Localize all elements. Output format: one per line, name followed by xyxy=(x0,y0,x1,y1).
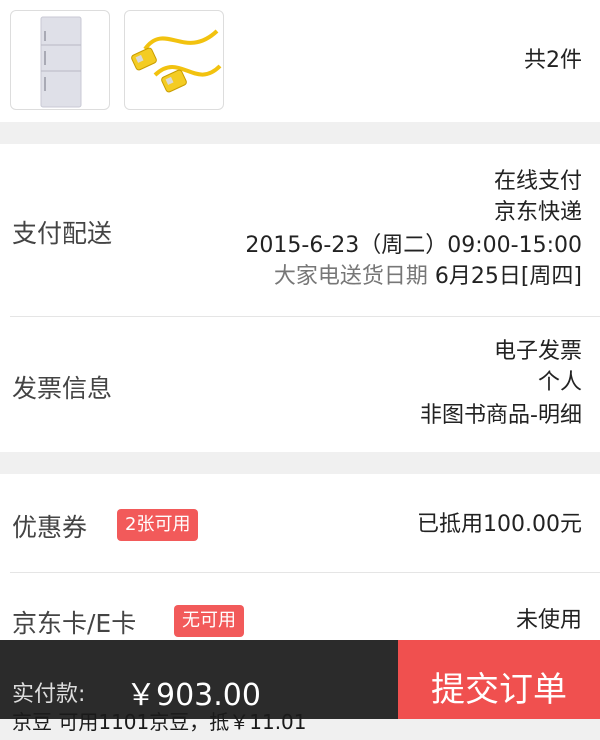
payment-delivery-row[interactable]: 支付配送 在线支付 京东快递 2015-6-23（周二）09:00-15:00 … xyxy=(0,144,600,316)
jd-card-label: 京东卡/E卡 xyxy=(12,609,137,638)
jd-card-value: 未使用 xyxy=(515,608,582,633)
item-count: 共2件 xyxy=(524,48,582,73)
delivery-time: 2015-6-23（周二）09:00-15:00 xyxy=(245,233,582,258)
payment-delivery-label: 支付配送 xyxy=(12,219,113,248)
invoice-label: 发票信息 xyxy=(12,374,113,403)
coupon-row[interactable]: 优惠券 2张可用 已抵用100.00元 xyxy=(0,474,600,572)
invoice-row[interactable]: 发票信息 电子发票 个人 非图书商品-明细 xyxy=(0,317,600,452)
jd-card-badge: 无可用 xyxy=(174,605,244,637)
invoice-content: 非图书商品-明细 xyxy=(420,403,582,428)
coupon-value: 已抵用100.00元 xyxy=(417,512,582,537)
large-item-delivery-value: 6月25日[周四] xyxy=(434,264,582,289)
product-summary-section[interactable]: 共2件 xyxy=(0,0,600,122)
pay-amount-label: 实付款: xyxy=(12,682,86,707)
large-item-delivery-prefix: 大家电送货日期 xyxy=(273,264,428,289)
courier-name: 京东快递 xyxy=(493,200,582,225)
coupon-available-badge: 2张可用 xyxy=(117,509,199,541)
coupon-label: 优惠券 xyxy=(12,513,88,542)
refrigerator-image xyxy=(40,16,82,108)
invoice-title: 个人 xyxy=(537,370,582,395)
product-thumbnail-refrigerator[interactable] xyxy=(10,10,110,110)
checkout-bar: 实付款: ￥903.00 京豆 可用1101京豆，抵￥11.01 提交订单 xyxy=(0,640,600,734)
order-info-section: 支付配送 在线支付 京东快递 2015-6-23（周二）09:00-15:00 … xyxy=(0,144,600,452)
invoice-type: 电子发票 xyxy=(493,339,582,364)
payment-summary: 实付款: ￥903.00 京豆 可用1101京豆，抵￥11.01 xyxy=(0,640,398,734)
payment-method: 在线支付 xyxy=(493,169,582,194)
product-thumbnail-network-cable[interactable] xyxy=(124,10,224,110)
large-item-delivery-date: 大家电送货日期 6月25日[周四] xyxy=(274,261,582,292)
submit-order-button[interactable]: 提交订单 xyxy=(398,640,600,719)
yellow-network-cable-image xyxy=(131,29,222,93)
jd-beans-row-peek: 京豆 可用1101京豆，抵￥11.01 xyxy=(12,710,307,734)
